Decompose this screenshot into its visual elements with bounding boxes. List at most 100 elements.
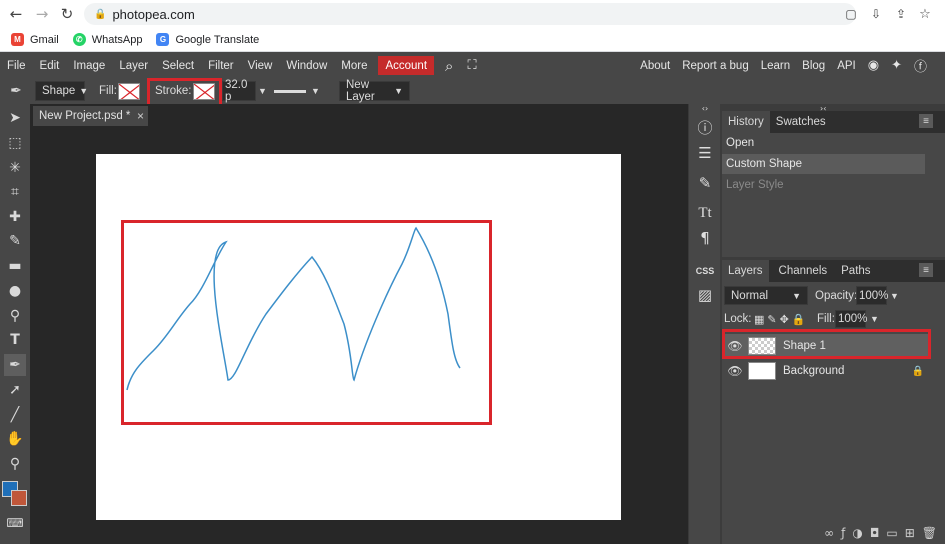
css-icon[interactable]: CSS bbox=[694, 260, 716, 282]
gradient-tool-icon[interactable]: ▬ bbox=[4, 255, 26, 277]
stroke-swatch[interactable] bbox=[193, 81, 215, 101]
fill-opacity-input[interactable]: 100% bbox=[835, 310, 867, 328]
menu-layer[interactable]: Layer bbox=[112, 53, 155, 78]
history-item[interactable]: Open bbox=[722, 133, 925, 153]
bookmark-whatsapp[interactable]: ✆ WhatsApp bbox=[72, 33, 142, 46]
layer-mask-icon[interactable]: ◘ bbox=[870, 526, 880, 540]
menu-file[interactable]: File bbox=[0, 53, 33, 78]
menu-window[interactable]: Window bbox=[279, 53, 334, 78]
opacity-dropdown-icon[interactable]: ▼ bbox=[890, 286, 899, 305]
shape-mode-select[interactable]: Shape ▼ bbox=[35, 81, 88, 101]
tab-layers[interactable]: Layers bbox=[722, 260, 769, 282]
tab-paths[interactable]: Paths bbox=[833, 260, 876, 282]
reload-icon[interactable]: ↻ bbox=[57, 4, 77, 24]
tab-channels[interactable]: Channels bbox=[769, 260, 834, 282]
reddit-icon[interactable]: ◉ bbox=[862, 53, 885, 78]
character-icon[interactable]: Tt bbox=[694, 202, 716, 224]
lock-pixels-icon[interactable]: ✎ bbox=[767, 313, 779, 326]
panel-menu-icon[interactable]: ≡ bbox=[919, 114, 933, 128]
share-icon[interactable]: ⇪ bbox=[891, 4, 911, 24]
stroke-width-input[interactable]: 32.0 p bbox=[222, 79, 256, 103]
search-icon[interactable]: ⌕ bbox=[438, 53, 460, 78]
blur-tool-icon[interactable]: ● bbox=[4, 280, 26, 302]
fill-swatch[interactable] bbox=[118, 81, 140, 101]
stroke-style-select[interactable]: ▼ bbox=[274, 81, 320, 101]
layers-panel-tabs: Layers Channels Paths bbox=[722, 260, 945, 282]
lock-position-icon[interactable]: ✥ bbox=[780, 313, 792, 326]
lock-transparency-icon[interactable]: ▦ bbox=[754, 313, 767, 326]
pen-tool-icon[interactable]: ✒ bbox=[5, 80, 27, 102]
link-layers-icon[interactable]: ∞ bbox=[824, 526, 834, 540]
bookmark-gmail[interactable]: M Gmail bbox=[11, 33, 59, 46]
marquee-tool-icon[interactable]: ⬚ bbox=[4, 132, 26, 154]
brush-tool-icon[interactable]: ✎ bbox=[4, 230, 26, 252]
menu-api[interactable]: API bbox=[831, 53, 862, 78]
tab-swatches[interactable]: Swatches bbox=[770, 111, 832, 133]
move-tool-icon[interactable]: ➤ bbox=[4, 107, 26, 129]
fill-dropdown-icon[interactable]: ▼ bbox=[870, 310, 879, 328]
bookmark-star-icon[interactable]: ☆ bbox=[915, 4, 935, 24]
menu-report-bug[interactable]: Report a bug bbox=[676, 53, 755, 78]
history-item[interactable]: Layer Style bbox=[722, 175, 925, 195]
info-icon[interactable]: ⓘ bbox=[694, 116, 716, 138]
menu-select[interactable]: Select bbox=[155, 53, 201, 78]
eye-icon[interactable]: 👁 bbox=[725, 339, 745, 353]
menu-image[interactable]: Image bbox=[66, 53, 112, 78]
account-button[interactable]: Account bbox=[378, 56, 435, 75]
menu-more[interactable]: More bbox=[334, 53, 374, 78]
properties-icon[interactable]: ☰ bbox=[694, 142, 716, 164]
lock-all-icon[interactable]: 🔒 bbox=[792, 313, 809, 326]
menu-view[interactable]: View bbox=[241, 53, 280, 78]
layer-row-shape-1[interactable]: 👁 Shape 1 bbox=[722, 334, 930, 358]
tab-history[interactable]: History bbox=[722, 111, 770, 133]
type-tool-icon[interactable]: T bbox=[4, 329, 26, 351]
collapse-arrows-icon[interactable]: ‹› bbox=[694, 104, 716, 113]
stroke-width-dropdown-icon[interactable]: ▼ bbox=[258, 81, 267, 101]
custom-shape-stroke bbox=[126, 226, 461, 391]
delete-layer-icon[interactable]: 🗑 bbox=[922, 526, 937, 540]
install-icon[interactable]: ⇩ bbox=[866, 4, 886, 24]
forward-arrow-icon[interactable]: → bbox=[32, 4, 52, 24]
background-color-swatch[interactable] bbox=[11, 490, 27, 506]
facebook-icon[interactable]: ⓕ bbox=[908, 53, 933, 78]
dodge-tool-icon[interactable]: ⚲ bbox=[4, 305, 26, 327]
bookmark-google-translate[interactable]: G Google Translate bbox=[156, 33, 259, 46]
document-tab[interactable]: New Project.psd * × bbox=[33, 106, 148, 126]
adjustment-layer-icon[interactable]: ◑ bbox=[852, 526, 862, 540]
image-icon[interactable]: ▨ bbox=[694, 284, 716, 306]
twitter-icon[interactable]: ✦ bbox=[885, 53, 908, 78]
crop-tool-icon[interactable]: ⌗ bbox=[4, 181, 26, 203]
magic-wand-icon[interactable]: ✳ bbox=[4, 157, 26, 179]
new-layer-icon[interactable]: ⊞ bbox=[905, 526, 915, 540]
brush-settings-icon[interactable]: ✎ bbox=[694, 172, 716, 194]
fullscreen-icon[interactable]: ⛶ bbox=[460, 53, 483, 78]
menu-filter[interactable]: Filter bbox=[201, 53, 241, 78]
line-tool-icon[interactable]: ╱ bbox=[4, 404, 26, 426]
keyboard-icon[interactable]: ⌨ bbox=[4, 512, 26, 534]
history-item-selected[interactable]: Custom Shape bbox=[722, 154, 925, 174]
menu-learn[interactable]: Learn bbox=[755, 53, 796, 78]
layer-effects-icon[interactable]: ƒ bbox=[841, 526, 845, 540]
eye-icon[interactable]: 👁 bbox=[725, 364, 745, 378]
menu-bar: File Edit Image Layer Select Filter View… bbox=[0, 53, 945, 78]
paragraph-icon[interactable]: ¶ bbox=[694, 227, 716, 249]
pen-tool-icon[interactable]: ✒ bbox=[4, 354, 26, 376]
layer-row-background[interactable]: 👁 Background 🔒 bbox=[722, 359, 930, 383]
opacity-input[interactable]: 100% bbox=[856, 286, 888, 305]
canvas[interactable] bbox=[96, 154, 621, 520]
hand-tool-icon[interactable]: ✋ bbox=[4, 428, 26, 450]
new-group-icon[interactable]: ▭ bbox=[886, 526, 897, 540]
blend-mode-select[interactable]: Normal ▼ bbox=[724, 286, 808, 305]
save-page-icon[interactable]: ▢ bbox=[841, 4, 861, 24]
panel-menu-icon[interactable]: ≡ bbox=[919, 263, 933, 277]
url-field[interactable]: 🔒 photopea.com bbox=[84, 3, 856, 25]
menu-edit[interactable]: Edit bbox=[33, 53, 67, 78]
back-arrow-icon[interactable]: ← bbox=[6, 4, 26, 24]
new-layer-select[interactable]: New Layer ▼ bbox=[339, 79, 410, 103]
path-select-icon[interactable]: ➚ bbox=[4, 379, 26, 401]
menu-about[interactable]: About bbox=[634, 53, 676, 78]
zoom-tool-icon[interactable]: ⚲ bbox=[4, 453, 26, 475]
healing-tool-icon[interactable]: ✚ bbox=[4, 206, 26, 228]
close-icon[interactable]: × bbox=[137, 109, 144, 123]
menu-blog[interactable]: Blog bbox=[796, 53, 831, 78]
